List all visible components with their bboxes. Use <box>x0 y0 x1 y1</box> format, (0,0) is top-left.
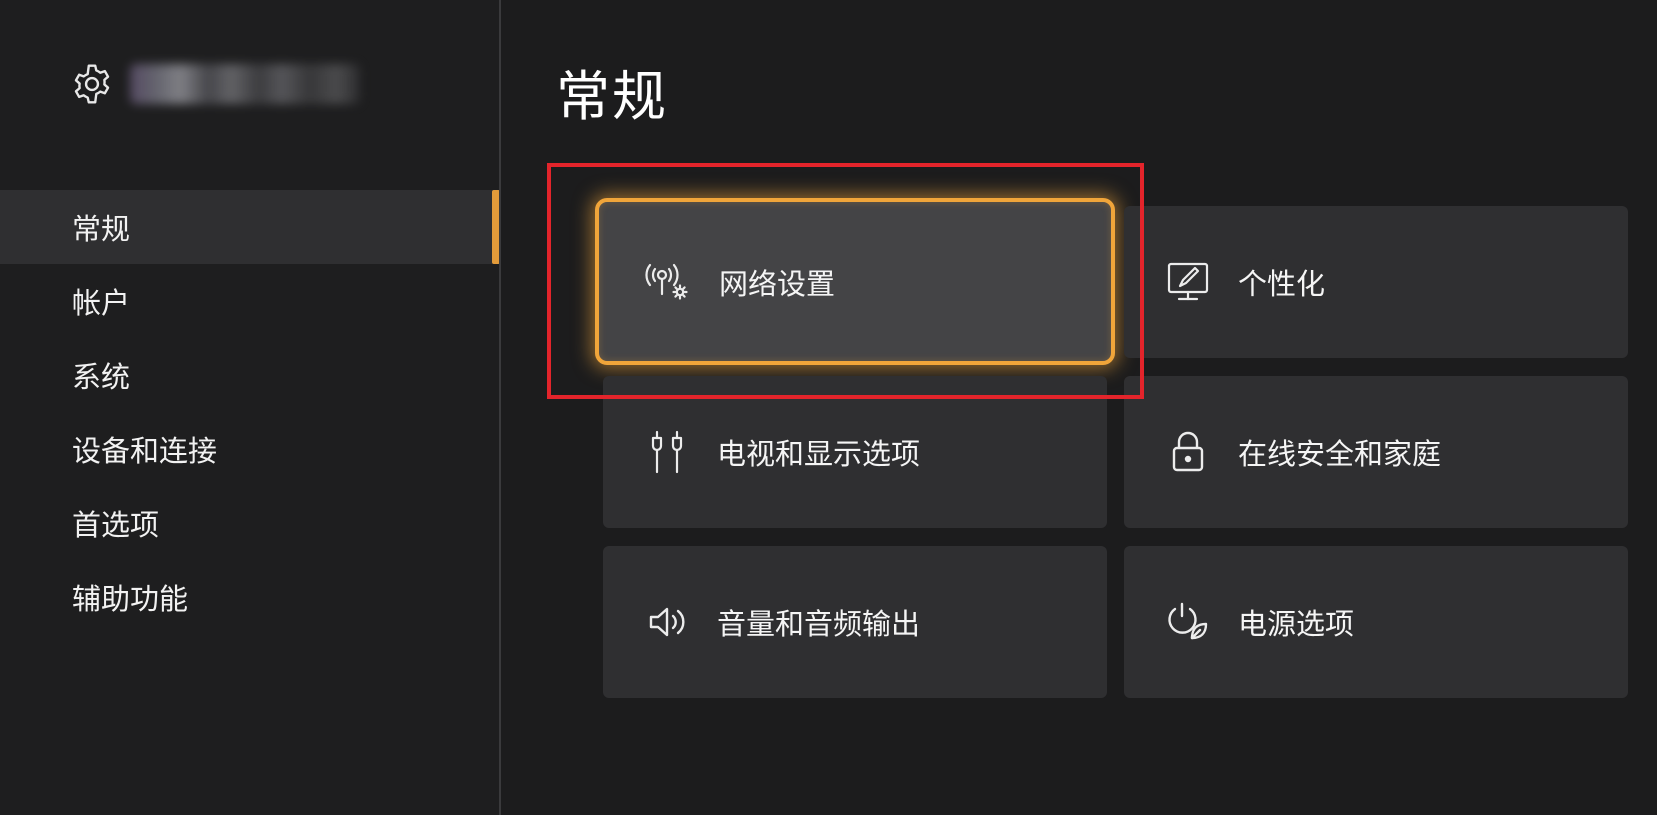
tv-cable-icon <box>643 428 691 476</box>
lock-icon <box>1164 428 1212 476</box>
profile-header <box>70 62 360 106</box>
sidebar-item-general[interactable]: 常规 <box>0 190 500 264</box>
tile-label: 个性化 <box>1238 267 1326 301</box>
tile-volume-audio-output[interactable]: 音量和音频输出 <box>603 546 1107 698</box>
tile-tv-display-options[interactable]: 电视和显示选项 <box>603 376 1107 528</box>
tile-label: 在线安全和家庭 <box>1238 437 1442 471</box>
gear-icon <box>70 62 114 106</box>
personalization-icon <box>1164 258 1212 306</box>
sidebar-item-label: 设备和连接 <box>72 434 218 468</box>
tile-network-settings[interactable]: 网络设置 <box>595 198 1115 365</box>
tile-label: 电视和显示选项 <box>717 437 921 471</box>
tile-label: 电源选项 <box>1238 607 1355 641</box>
sidebar-item-preferences[interactable]: 首选项 <box>0 486 500 560</box>
tile-label: 网络设置 <box>719 266 836 301</box>
sidebar-item-label: 首选项 <box>72 508 160 542</box>
sidebar-item-label: 辅助功能 <box>72 582 189 616</box>
sidebar-nav: 常规 帐户 系统 设备和连接 首选项 辅助功能 <box>0 190 500 634</box>
tile-label: 音量和音频输出 <box>717 607 921 641</box>
sidebar-item-label: 系统 <box>72 360 131 394</box>
tile-online-safety-family[interactable]: 在线安全和家庭 <box>1124 376 1628 528</box>
speaker-icon <box>643 598 691 646</box>
sidebar: 常规 帐户 系统 设备和连接 首选项 辅助功能 <box>0 0 500 815</box>
tile-personalization[interactable]: 个性化 <box>1124 206 1628 358</box>
sidebar-item-label: 帐户 <box>72 286 131 320</box>
tile-power-options[interactable]: 电源选项 <box>1124 546 1628 698</box>
settings-screen: 常规 帐户 系统 设备和连接 首选项 辅助功能 常规 网络设置 个性化 电视和显… <box>0 0 1657 815</box>
sidebar-item-label: 常规 <box>72 212 131 246</box>
network-settings-icon <box>643 258 691 306</box>
user-gamertag-obscured <box>130 64 360 104</box>
sidebar-divider <box>499 0 501 815</box>
power-leaf-icon <box>1164 598 1212 646</box>
page-title: 常规 <box>556 65 668 128</box>
sidebar-item-account[interactable]: 帐户 <box>0 264 500 338</box>
sidebar-item-accessibility[interactable]: 辅助功能 <box>0 560 500 634</box>
sidebar-item-system[interactable]: 系统 <box>0 338 500 412</box>
sidebar-item-devices-connections[interactable]: 设备和连接 <box>0 412 500 486</box>
